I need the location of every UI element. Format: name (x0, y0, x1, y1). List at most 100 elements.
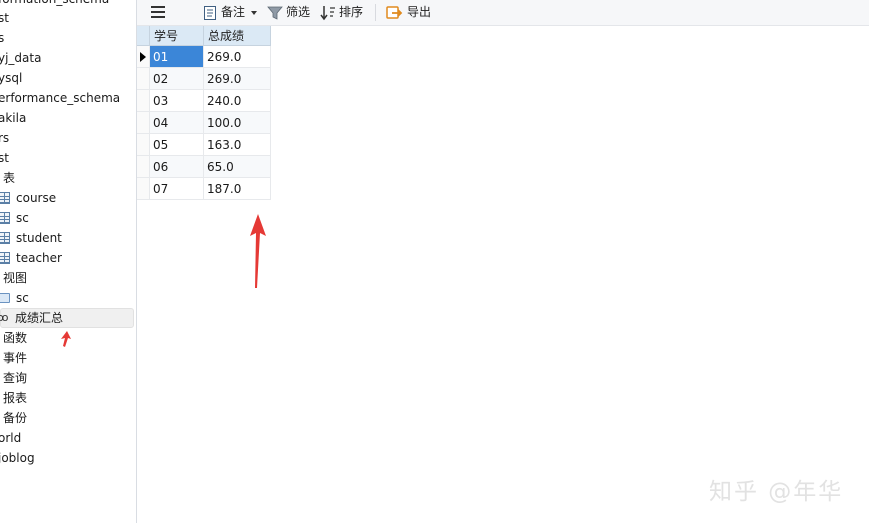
sort-icon (320, 5, 335, 20)
row-header[interactable] (137, 112, 150, 134)
table-cell[interactable]: 240.0 (204, 90, 271, 112)
tree-item-label: teacher (16, 251, 62, 265)
tree-item-label: 视图 (3, 271, 28, 285)
tree-item-world[interactable]: orld (0, 428, 21, 448)
tree-item-label: 查询 (3, 371, 28, 385)
note-button[interactable]: 备注 (203, 3, 258, 22)
toolbar-separator (375, 4, 376, 21)
grid-corner (137, 26, 150, 46)
note-button-label: 备注 (221, 5, 246, 19)
row-header[interactable] (137, 134, 150, 156)
tree-item-label: 函数 (3, 331, 28, 345)
tree-item-label: 成绩汇总 (15, 311, 64, 325)
tree-item-database[interactable]: yj_data (0, 48, 41, 68)
tree-item-label: st (0, 151, 9, 165)
arrow-shape (61, 331, 71, 347)
tree-item-label: 事件 (3, 351, 28, 365)
tree-item-label: 报表 (3, 391, 28, 405)
table-cell[interactable]: 06 (150, 156, 204, 178)
tree-item-label: sc (16, 211, 29, 225)
row-header[interactable] (137, 46, 150, 68)
table-cell[interactable]: 02 (150, 68, 204, 90)
tree-item-label: st (0, 11, 9, 25)
view-folder-icon (0, 293, 10, 303)
table-cell[interactable]: 01 (150, 46, 204, 68)
sort-button-label: 排序 (339, 5, 364, 19)
tree-item-label: erformance_schema (0, 91, 121, 105)
result-toolbar: 备注 筛选 排序 导出 (137, 0, 869, 26)
watermark: 知乎 @年华 (709, 479, 844, 505)
table-cell[interactable]: 163.0 (204, 134, 271, 156)
table-cell[interactable]: 05 (150, 134, 204, 156)
tree-item-label: akila (0, 111, 27, 125)
tree-item-label: s (0, 31, 4, 45)
table-icon (0, 232, 10, 244)
table-cell[interactable]: 187.0 (204, 178, 271, 200)
document-icon (204, 5, 216, 20)
tree-item-label: course (16, 191, 57, 205)
tree-item-performance-schema[interactable]: erformance_schema (0, 88, 120, 108)
tree-item-label: 表 (3, 171, 16, 185)
dropdown-arrow-icon[interactable] (251, 10, 258, 15)
filter-button-label: 筛选 (286, 5, 311, 19)
tree-item-sakila[interactable]: akila (0, 108, 26, 128)
tree-item-label: rs (0, 131, 10, 145)
annotation-arrow-small (61, 331, 71, 347)
table-icon (0, 192, 10, 204)
tree-item-label: sc (16, 291, 29, 305)
tree-group-events[interactable]: 事件 (3, 348, 27, 368)
annotation-arrow-large (250, 214, 266, 288)
tree-item-table-student[interactable]: student (0, 228, 62, 248)
export-button[interactable]: 导出 (386, 3, 431, 22)
tree-group-backups[interactable]: 备份 (3, 408, 27, 428)
tree-group-reports[interactable]: 报表 (3, 388, 27, 408)
tree-item-label: 备份 (3, 411, 28, 425)
table-cell[interactable]: 269.0 (204, 68, 271, 90)
tree-item-database[interactable]: rs (0, 128, 9, 148)
tree-item-table-course[interactable]: course (0, 188, 56, 208)
current-row-pointer-icon (140, 52, 146, 62)
table-cell[interactable]: 03 (150, 90, 204, 112)
tree-group-functions[interactable]: 函数 (3, 328, 27, 348)
table-cell[interactable]: 269.0 (204, 46, 271, 68)
tree-group-views[interactable]: 视图 (3, 268, 27, 288)
table-icon (0, 252, 10, 264)
tree-item-table-teacher[interactable]: teacher (0, 248, 62, 268)
row-header[interactable] (137, 156, 150, 178)
tree-item-mysql[interactable]: ysql (0, 68, 22, 88)
tree-item-database[interactable]: s (0, 28, 4, 48)
tree-item-label: joblog (0, 451, 35, 465)
tree-item-label: orld (0, 431, 22, 445)
column-header-total-score[interactable]: 总成绩 (204, 26, 271, 46)
column-header-student-id[interactable]: 学号 (150, 26, 204, 46)
tree-item-label: formation_schema (0, 0, 109, 6)
table-cell[interactable]: 04 (150, 112, 204, 134)
tree-item-label: yj_data (0, 51, 42, 65)
filter-button[interactable]: 筛选 (267, 3, 310, 22)
tree-group-tables[interactable]: 表 (3, 168, 15, 188)
tree-item-test[interactable]: st (0, 148, 9, 168)
arrow-shape (250, 214, 266, 288)
table-icon (0, 212, 10, 224)
tree-item-joblog[interactable]: joblog (0, 448, 35, 468)
sort-button[interactable]: 排序 (320, 3, 363, 22)
export-button-label: 导出 (407, 5, 432, 19)
row-header[interactable] (137, 90, 150, 112)
tree-item-information-schema[interactable]: formation_schema (0, 0, 109, 9)
tree-item-view-sc[interactable]: sc (0, 288, 29, 308)
tree-item-database[interactable]: st (0, 8, 9, 28)
table-cell[interactable]: 07 (150, 178, 204, 200)
table-cell[interactable]: 65.0 (204, 156, 271, 178)
hamburger-menu-icon[interactable] (151, 6, 165, 18)
navigation-tree: formation_schema st s yj_data ysql erfor… (0, 0, 137, 523)
tree-group-queries[interactable]: 查询 (3, 368, 27, 388)
tree-item-table-sc[interactable]: sc (0, 208, 29, 228)
filter-funnel-icon (267, 6, 283, 20)
row-header[interactable] (137, 178, 150, 200)
tree-item-label: ysql (0, 71, 23, 85)
table-cell[interactable]: 100.0 (204, 112, 271, 134)
row-header[interactable] (137, 68, 150, 90)
tree-item-query-grade-summary[interactable]: oo 成绩汇总 (0, 308, 63, 328)
export-icon (386, 5, 403, 19)
query-icon: oo (0, 311, 8, 324)
